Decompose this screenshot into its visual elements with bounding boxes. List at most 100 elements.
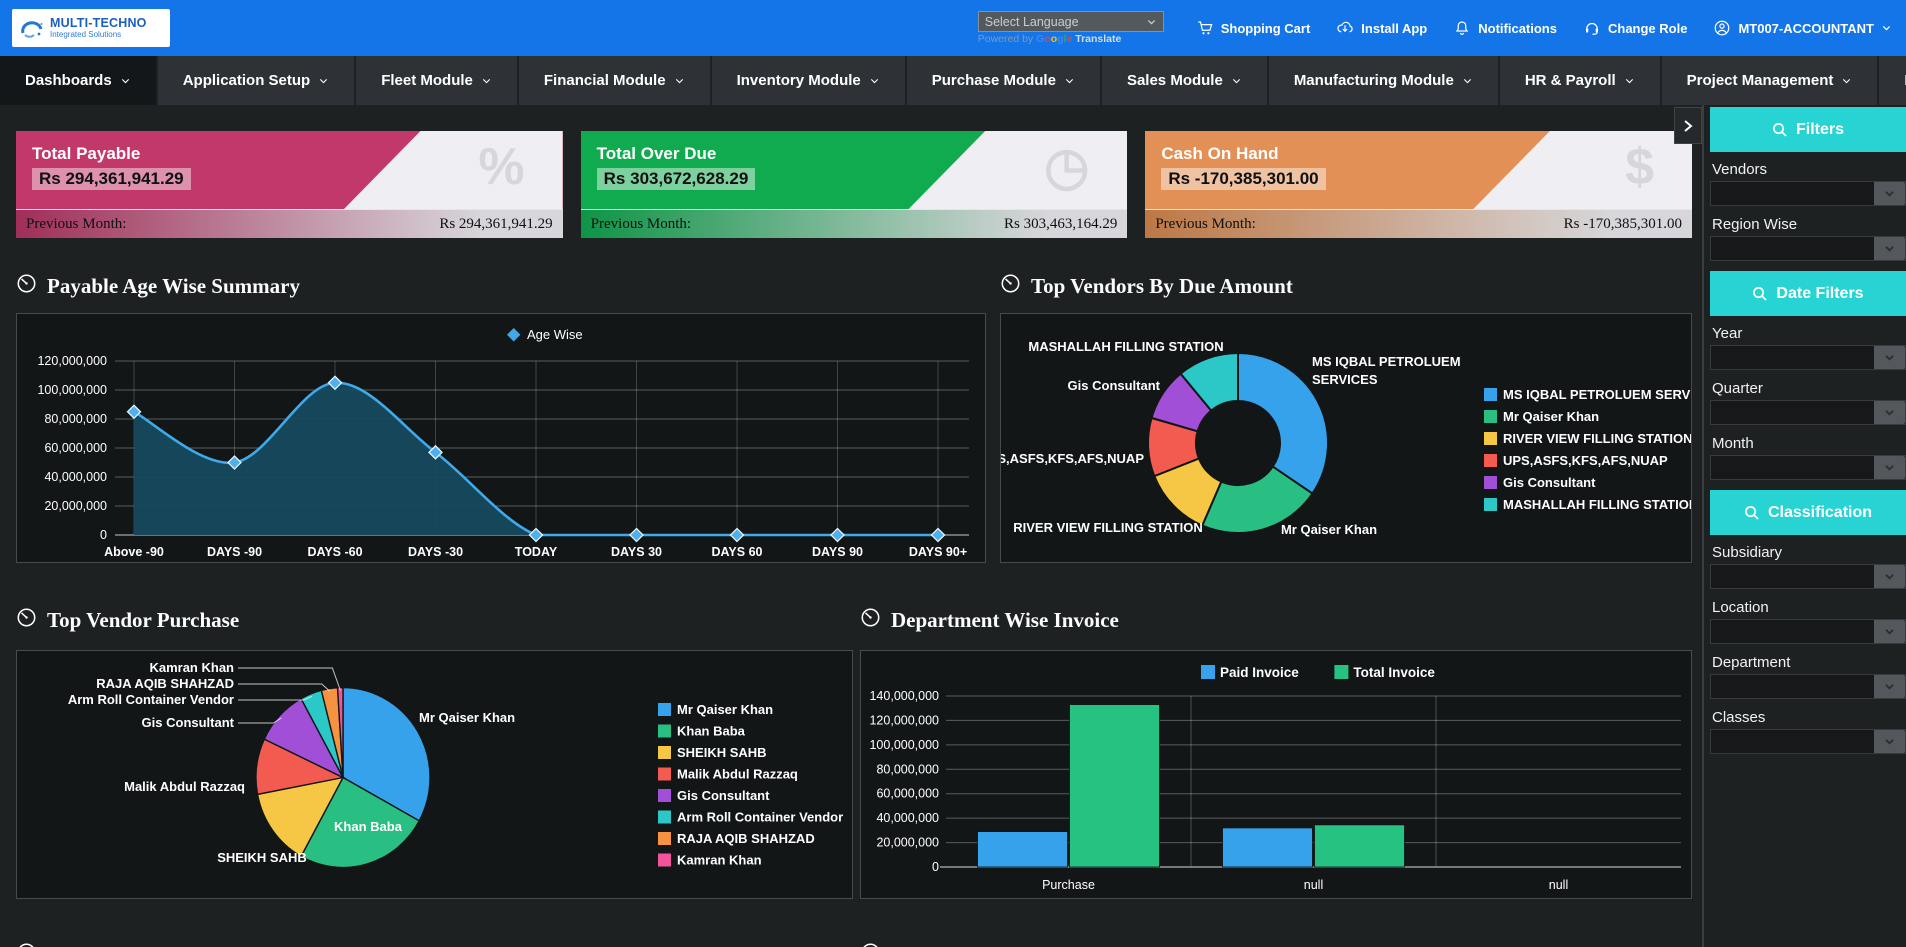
slice-label: SERVICES xyxy=(1312,372,1378,387)
search-icon xyxy=(1752,286,1767,301)
nav-item-manufacturing-module[interactable]: Manufacturing Module xyxy=(1269,56,1500,105)
language-select[interactable]: Select Language xyxy=(978,11,1164,32)
classes-dropdown[interactable] xyxy=(1710,729,1906,754)
section-heading-location-invoice: Location Wise Invoice xyxy=(16,942,853,947)
section-heading-month-invoice: Month Wise Invoice xyxy=(860,942,1692,947)
sidebar-header-classification[interactable]: Classification xyxy=(1710,490,1906,535)
dropdown-chevron-button[interactable] xyxy=(1874,182,1905,205)
nav-item-label: Purchase Module xyxy=(932,72,1056,89)
region-wise-dropdown[interactable] xyxy=(1710,236,1906,261)
legend-label[interactable]: MASHALLAH FILLING STATION xyxy=(1503,497,1691,512)
topbar-action-shopping-cart[interactable]: Shopping Cart xyxy=(1196,19,1311,37)
bell-icon xyxy=(1453,19,1471,37)
nav-item-inventory-module[interactable]: Inventory Module xyxy=(712,56,907,105)
gauge-icon xyxy=(860,942,881,947)
topbar-action-mt007-accountant[interactable]: MT007-ACCOUNTANT xyxy=(1713,19,1892,37)
month-dropdown[interactable] xyxy=(1710,455,1906,480)
legend-label[interactable]: Gis Consultant xyxy=(677,788,770,803)
location-dropdown[interactable] xyxy=(1710,619,1906,644)
sidebar-field-label-location: Location xyxy=(1712,599,1906,616)
legend-label[interactable]: Arm Roll Container Vendor xyxy=(677,810,843,825)
chevron-down-icon xyxy=(1462,77,1473,85)
nav-item-purchase-module[interactable]: Purchase Module xyxy=(907,56,1102,105)
sidebar-header-filters[interactable]: Filters xyxy=(1710,107,1906,152)
legend-label[interactable]: Mr Qaiser Khan xyxy=(1503,409,1599,424)
dropdown-chevron-button[interactable] xyxy=(1874,565,1905,588)
legend-label[interactable]: Gis Consultant xyxy=(1503,475,1596,490)
legend-label[interactable]: Malik Abdul Razzaq xyxy=(677,767,798,782)
data-point-marker xyxy=(630,528,643,541)
legend-label[interactable]: Total Invoice xyxy=(1353,665,1435,680)
kpi-value: Rs 294,361,941.29 xyxy=(32,168,191,190)
topbar-action-label: Install App xyxy=(1361,21,1427,36)
chevron-down-icon xyxy=(1231,77,1242,85)
chevron-down-icon xyxy=(1881,24,1892,32)
nav-item-reports[interactable]: Reports xyxy=(1879,56,1906,105)
legend-label[interactable]: Khan Baba xyxy=(677,724,746,739)
legend-marker xyxy=(507,328,520,341)
bar-total-invoice[interactable] xyxy=(1315,825,1405,867)
sidebar-collapse-button[interactable] xyxy=(1674,107,1702,144)
topbar-action-install-app[interactable]: Install App xyxy=(1336,19,1427,37)
nav-item-fleet-module[interactable]: Fleet Module xyxy=(356,56,519,105)
search-icon xyxy=(1744,505,1759,520)
chevron-down-icon xyxy=(1883,408,1896,417)
nav-item-financial-module[interactable]: Financial Module xyxy=(519,56,712,105)
legend-label[interactable]: RIVER VIEW FILLING STATION xyxy=(1503,431,1691,446)
legend-label[interactable]: Mr Qaiser Khan xyxy=(677,702,773,717)
legend-label[interactable]: SHEIKH SAHB xyxy=(677,745,767,760)
dropdown-chevron-button[interactable] xyxy=(1874,730,1905,753)
quarter-dropdown[interactable] xyxy=(1710,400,1906,425)
topbar-action-change-role[interactable]: Change Role xyxy=(1583,19,1687,37)
dropdown-chevron-button[interactable] xyxy=(1874,401,1905,424)
legend-label[interactable]: MS IQBAL PETROLUEM SERVICES xyxy=(1503,387,1691,402)
dropdown-chevron-button[interactable] xyxy=(1874,346,1905,369)
sidebar-field-label-quarter: Quarter xyxy=(1712,380,1906,397)
slice-label: Khan Baba xyxy=(334,819,403,834)
legend-swatch xyxy=(1484,432,1497,445)
app-logo[interactable]: MULTI-TECHNO Integrated Solutions xyxy=(12,9,170,47)
y-axis-tick-label: 0 xyxy=(100,528,107,542)
dropdown-chevron-button[interactable] xyxy=(1874,456,1905,479)
legend-label[interactable]: Paid Invoice xyxy=(1220,665,1299,680)
callout-label: Kamran Khan xyxy=(149,660,234,675)
topbar-action-label: Shopping Cart xyxy=(1221,21,1311,36)
bar-paid-invoice[interactable] xyxy=(978,832,1068,867)
kpi-previous-month-strip: Previous Month:Rs -170,385,301.00 xyxy=(1145,209,1692,238)
sidebar-header-date-filters[interactable]: Date Filters xyxy=(1710,271,1906,316)
nav-item-hr-payroll[interactable]: HR & Payroll xyxy=(1500,56,1662,105)
kpi-title: Total Payable xyxy=(32,144,563,164)
dropdown-chevron-button[interactable] xyxy=(1874,237,1905,260)
y-axis-tick-label: 100,000,000 xyxy=(869,738,939,752)
legend-swatch xyxy=(1334,665,1348,679)
slice-label: MASHALLAH FILLING STATION xyxy=(1028,339,1223,354)
dropdown-chevron-button[interactable] xyxy=(1874,620,1905,643)
data-point-marker xyxy=(730,528,743,541)
legend-label[interactable]: Kamran Khan xyxy=(677,853,762,868)
kpi-card-body: $Cash On HandRs -170,385,301.00 xyxy=(1145,131,1692,209)
nav-item-sales-module[interactable]: Sales Module xyxy=(1102,56,1269,105)
year-dropdown[interactable] xyxy=(1710,345,1906,370)
legend-swatch xyxy=(1484,410,1497,423)
topbar-action-notifications[interactable]: Notifications xyxy=(1453,19,1557,37)
legend-swatch xyxy=(658,725,671,738)
subsidiary-dropdown[interactable] xyxy=(1710,564,1906,589)
nav-item-label: Dashboards xyxy=(25,72,112,89)
y-axis-tick-label: 20,000,000 xyxy=(876,836,939,850)
section-heading-top-vendors-due: Top Vendors By Due Amount xyxy=(1000,273,1692,300)
nav-item-application-setup[interactable]: Application Setup xyxy=(158,56,357,105)
slice-label: SHEIKH SAHB xyxy=(217,850,307,865)
nav-item-dashboards[interactable]: Dashboards xyxy=(0,56,158,105)
y-axis-tick-label: 0 xyxy=(932,860,939,874)
legend-label[interactable]: UPS,ASFS,KFS,AFS,NUAP xyxy=(1503,453,1668,468)
legend-label[interactable]: Age Wise xyxy=(527,327,583,342)
department-dropdown[interactable] xyxy=(1710,674,1906,699)
legend-label[interactable]: RAJA AQIB SHAHZAD xyxy=(677,831,815,846)
kpi-previous-month-value: Rs 303,463,164.29 xyxy=(1004,216,1117,233)
bar-total-invoice[interactable] xyxy=(1070,705,1160,867)
vendors-dropdown[interactable] xyxy=(1710,181,1906,206)
dropdown-chevron-button[interactable] xyxy=(1874,675,1905,698)
y-axis-tick-label: 100,000,000 xyxy=(37,383,107,397)
nav-item-project-management[interactable]: Project Management xyxy=(1662,56,1880,105)
bar-paid-invoice[interactable] xyxy=(1223,828,1313,867)
